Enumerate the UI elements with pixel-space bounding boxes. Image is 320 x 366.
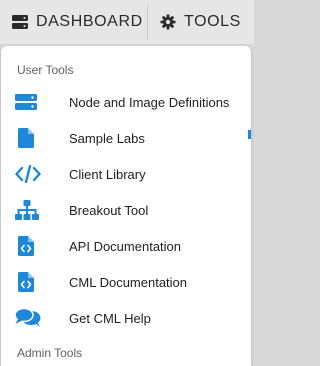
menu-item-cml-documentation[interactable]: CML Documentation xyxy=(1,264,251,300)
tools-dropdown-menu: User Tools Node and Image Definitions Sa… xyxy=(1,46,251,366)
top-nav-bar: DASHBOARD TOOLS xyxy=(0,0,254,44)
menu-item-label: Sample Labs xyxy=(69,130,145,146)
menu-item-label: Node and Image Definitions xyxy=(69,94,230,110)
file-icon xyxy=(1,120,69,156)
menu-item-label: Breakout Tool xyxy=(69,202,149,218)
user-tools-heading: User Tools xyxy=(17,63,74,77)
menu-item-breakout-tool[interactable]: Breakout Tool xyxy=(1,192,251,228)
code-icon xyxy=(1,156,69,192)
file-code-icon xyxy=(1,264,69,300)
menu-item-sample-labs[interactable]: Sample Labs xyxy=(1,120,251,156)
tools-button[interactable]: TOOLS xyxy=(148,0,254,44)
menu-item-client-library[interactable]: Client Library xyxy=(1,156,251,192)
menu-item-api-documentation[interactable]: API Documentation xyxy=(1,228,251,264)
admin-tools-heading: Admin Tools xyxy=(17,346,83,360)
menu-item-label: CML Documentation xyxy=(69,274,188,290)
menu-item-node-and-image-definitions[interactable]: Node and Image Definitions xyxy=(1,84,251,120)
menu-item-label: Client Library xyxy=(69,166,146,182)
menu-item-label: API Documentation xyxy=(69,238,182,254)
sitemap-icon xyxy=(1,192,69,228)
menu-item-label: Get CML Help xyxy=(69,310,151,326)
dashboard-label: DASHBOARD xyxy=(36,13,143,30)
file-code-icon xyxy=(1,228,69,264)
comments-icon xyxy=(1,300,69,336)
menu-item-get-cml-help[interactable]: Get CML Help xyxy=(1,300,251,336)
gear-icon xyxy=(160,14,176,30)
user-tools-list: Node and Image Definitions Sample Labs C… xyxy=(1,84,251,336)
server-icon xyxy=(12,15,28,29)
server-icon xyxy=(1,84,69,120)
tools-label: TOOLS xyxy=(184,13,241,30)
dashboard-button[interactable]: DASHBOARD xyxy=(0,0,147,44)
